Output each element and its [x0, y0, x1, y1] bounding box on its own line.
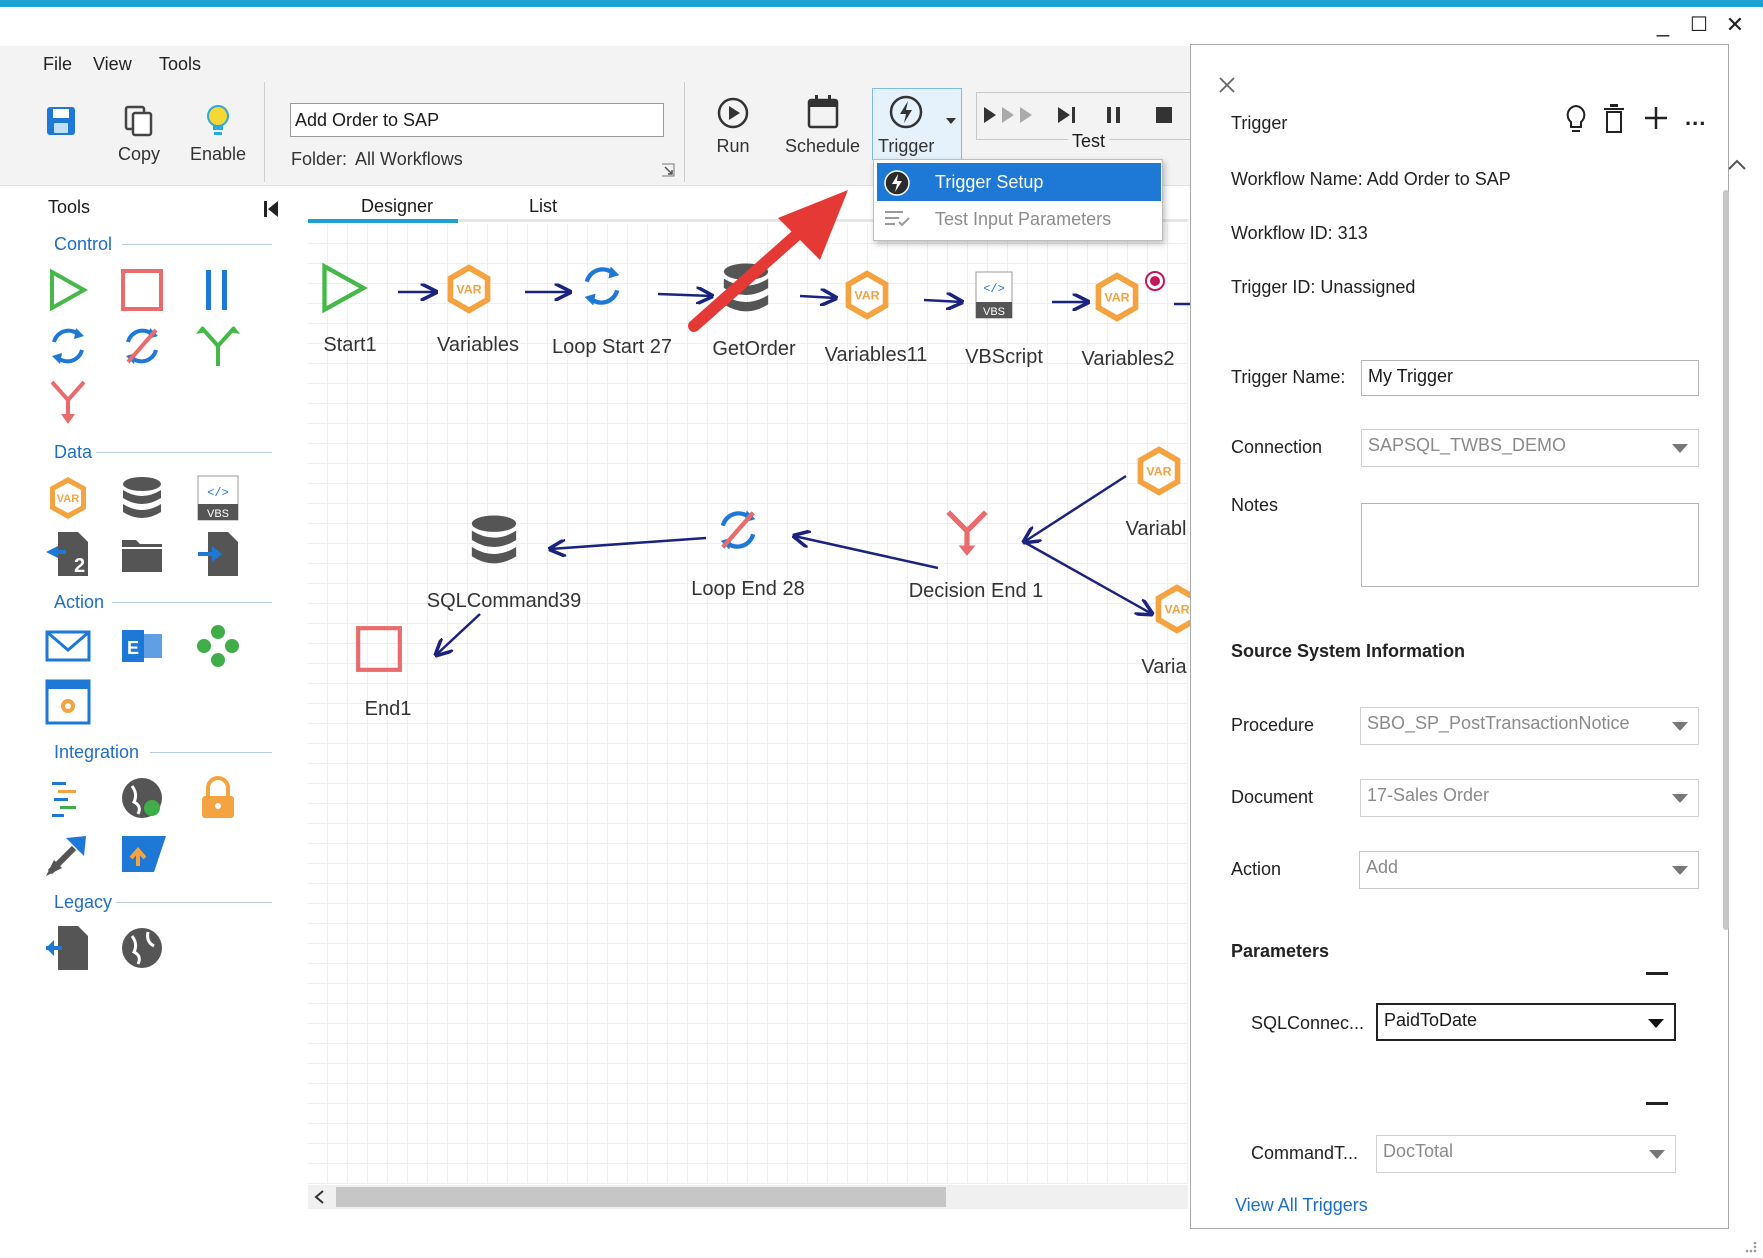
decision-end-node-icon[interactable]	[942, 508, 992, 558]
source-system-header: Source System Information	[1231, 641, 1466, 661]
resize-grip-icon[interactable]	[1742, 1238, 1758, 1254]
chevron-down-icon	[1672, 866, 1688, 875]
svg-text:VBS: VBS	[983, 306, 1005, 318]
scroll-left-icon[interactable]	[314, 1190, 326, 1204]
view-all-triggers-link[interactable]: View All Triggers	[1235, 1195, 1368, 1216]
list-check-icon	[885, 211, 910, 227]
notes-textarea[interactable]	[1361, 503, 1699, 587]
loop-end-node-icon[interactable]	[712, 504, 764, 556]
workflow-name-info: Workflow Name: Add Order to SAP	[1231, 169, 1511, 189]
chevron-down-icon	[1648, 1019, 1664, 1028]
close-panel-icon[interactable]	[1217, 75, 1237, 95]
variables-branch-node-icon[interactable]: VAR	[1132, 444, 1186, 498]
action-label: Action	[1231, 859, 1282, 879]
node-label-variables11: Variables11	[824, 344, 928, 366]
action-value: Add	[1366, 857, 1399, 877]
document-value: 17-Sales Order	[1367, 785, 1490, 805]
connector	[1024, 474, 1127, 542]
connector	[436, 613, 481, 655]
lightning-circle-icon	[884, 170, 910, 196]
start-node-icon[interactable]	[318, 262, 370, 314]
trigger-name-input[interactable]: My Trigger	[1361, 360, 1699, 396]
param-sqlconnection-label: SQLConnec...	[1251, 1013, 1365, 1033]
action-select[interactable]: Add	[1359, 851, 1699, 889]
procedure-select[interactable]: SBO_SP_PostTransactionNotice	[1360, 707, 1699, 745]
node-label-loop-end: Loop End 28	[691, 578, 805, 600]
notes-label: Notes	[1231, 495, 1279, 515]
variables2-node-icon[interactable]: VAR	[1090, 270, 1144, 324]
node-label-variables: Variables	[437, 334, 519, 356]
connection-label: Connection	[1231, 437, 1323, 457]
node-label-vbscript: VBScript	[965, 346, 1043, 368]
workflow-id-info: Workflow ID: 313	[1231, 223, 1368, 243]
sqlcommand-node-icon[interactable]	[466, 512, 522, 568]
close-window-button[interactable]: ✕	[1720, 12, 1750, 38]
collapse-parameter-button[interactable]	[1646, 1102, 1668, 1105]
callout-arrow-icon	[688, 190, 848, 332]
chevron-down-icon	[1672, 444, 1688, 453]
connector	[923, 300, 962, 302]
procedure-value: SBO_SP_PostTransactionNotice	[1367, 713, 1630, 733]
add-icon[interactable]	[1643, 105, 1669, 131]
connector	[1023, 540, 1152, 614]
node-label-variable-partial: Variabl	[1125, 518, 1187, 540]
canvas-horizontal-scrollbar[interactable]	[308, 1185, 1188, 1209]
chevron-down-icon	[1649, 1150, 1665, 1159]
minimize-button[interactable]: _	[1648, 12, 1678, 38]
trigger-id-info: Trigger ID: Unassigned	[1231, 277, 1416, 297]
trash-icon[interactable]	[1601, 103, 1627, 135]
node-label-start1: Start1	[323, 334, 377, 356]
scrollbar-thumb[interactable]	[1723, 190, 1729, 930]
trigger-setup-label: Trigger Setup	[935, 171, 1044, 192]
node-label-decision-end: Decision End 1	[908, 580, 1044, 602]
svg-text:VAR: VAR	[1104, 291, 1129, 305]
chevron-down-icon	[1672, 722, 1688, 731]
param-sqlconnection-select[interactable]: PaidToDate	[1376, 1003, 1676, 1041]
breakpoint-icon	[1145, 271, 1165, 291]
param-commandtext-select[interactable]: DocTotal	[1376, 1135, 1676, 1173]
svg-text:VAR: VAR	[456, 283, 481, 297]
node-label-getorder: GetOrder	[712, 338, 796, 360]
test-input-parameters-label: Test Input Parameters	[935, 208, 1112, 229]
end-node-icon[interactable]	[354, 624, 404, 674]
param-sqlconnection-value: PaidToDate	[1384, 1010, 1478, 1030]
trigger-name-label: Trigger Name:	[1231, 367, 1346, 387]
maximize-button[interactable]: ☐	[1684, 12, 1714, 37]
svg-text:VAR: VAR	[1146, 465, 1171, 479]
loop-start-node-icon[interactable]	[576, 260, 628, 312]
connection-select[interactable]: SAPSQL_TWBS_DEMO	[1361, 429, 1699, 467]
param-commandtext-label: CommandT...	[1251, 1143, 1359, 1163]
lightbulb-icon[interactable]	[1563, 103, 1589, 135]
connection-value: SAPSQL_TWBS_DEMO	[1368, 435, 1567, 455]
trigger-dropdown-menu: Trigger Setup Test Input Parameters	[873, 159, 1163, 241]
procedure-label: Procedure	[1231, 715, 1315, 735]
param-commandtext-value: DocTotal	[1383, 1141, 1454, 1161]
parameters-header: Parameters	[1231, 941, 1330, 961]
node-label-loop-start: Loop Start 27	[551, 336, 673, 358]
more-options-button[interactable]: ...	[1685, 105, 1706, 131]
connector	[794, 536, 939, 570]
vbscript-node-icon[interactable]: </> VBS	[974, 270, 1014, 320]
node-label-varia-partial: Varia	[1141, 656, 1187, 678]
connector	[550, 536, 707, 549]
svg-text:VAR: VAR	[1164, 603, 1189, 617]
document-select[interactable]: 17-Sales Order	[1360, 779, 1699, 817]
scrollbar-thumb[interactable]	[336, 1187, 946, 1207]
node-label-variables2: Variables2	[1081, 348, 1175, 370]
svg-text:</>: </>	[983, 282, 1005, 296]
panel-vertical-scrollbar[interactable]	[1720, 150, 1730, 1190]
node-label-end1: End1	[364, 698, 412, 720]
menu-item-test-input-parameters[interactable]: Test Input Parameters	[877, 200, 1161, 238]
node-label-sqlcommand: SQLCommand39	[426, 590, 582, 612]
menu-item-trigger-setup[interactable]: Trigger Setup	[877, 163, 1161, 201]
chevron-down-icon	[1672, 794, 1688, 803]
variables-node-icon[interactable]: VAR	[442, 262, 496, 316]
trigger-panel: Trigger ... Workflow Name: Add Order to …	[1190, 44, 1729, 1229]
collapse-parameter-button[interactable]	[1646, 972, 1668, 975]
panel-title: Trigger	[1231, 113, 1288, 133]
document-label: Document	[1231, 787, 1314, 807]
